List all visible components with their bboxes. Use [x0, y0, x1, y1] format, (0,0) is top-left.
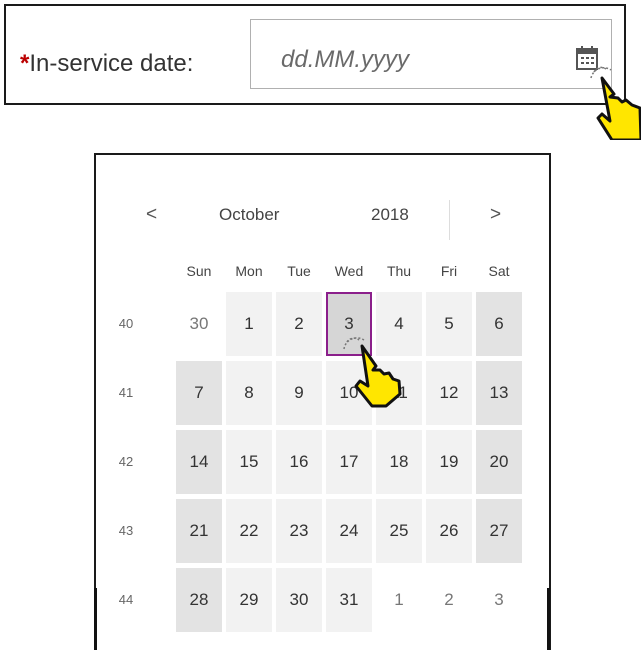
weekday-header: Thu	[386, 263, 412, 279]
day-cell[interactable]: 19	[426, 430, 472, 494]
weekday-header: Mon	[235, 263, 263, 279]
weekday-header: Tue	[287, 263, 311, 279]
date-field-panel: *In-service date: dd.MM.yyyy	[4, 4, 626, 105]
weekday-header: Sat	[488, 263, 510, 279]
week-number: 42	[118, 454, 134, 469]
date-placeholder: dd.MM.yyyy	[281, 46, 410, 73]
day-cell[interactable]: 9	[276, 361, 322, 425]
day-cell[interactable]: 31	[326, 568, 372, 632]
day-cell[interactable]: 30	[176, 292, 222, 356]
day-cell[interactable]: 2	[276, 292, 322, 356]
required-marker: *	[20, 50, 30, 77]
day-cell[interactable]: 26	[426, 499, 472, 563]
day-cell[interactable]: 12	[426, 361, 472, 425]
day-cell[interactable]: 28	[176, 568, 222, 632]
in-service-date-label: *In-service date:	[20, 50, 193, 78]
prev-month-button[interactable]: <	[146, 204, 157, 226]
day-cell[interactable]: 1	[226, 292, 272, 356]
week-number: 43	[118, 523, 134, 538]
day-cell[interactable]: 22	[226, 499, 272, 563]
header-divider	[449, 200, 450, 240]
day-cell[interactable]: 23	[276, 499, 322, 563]
hand-pointer-icon	[590, 66, 641, 140]
day-cell[interactable]: 25	[376, 499, 422, 563]
day-cell[interactable]: 24	[326, 499, 372, 563]
day-cell[interactable]: 21	[176, 499, 222, 563]
year-button[interactable]: 2018	[371, 205, 409, 225]
day-cell[interactable]: 17	[326, 430, 372, 494]
day-cell[interactable]: 3	[476, 568, 522, 632]
date-input[interactable]: dd.MM.yyyy	[250, 19, 612, 89]
next-month-button[interactable]: >	[490, 204, 501, 226]
day-cell[interactable]: 8	[226, 361, 272, 425]
calendar-edge-left	[94, 588, 97, 650]
day-cell[interactable]: 14	[176, 430, 222, 494]
month-button[interactable]: October	[219, 205, 279, 225]
day-cell[interactable]: 13	[476, 361, 522, 425]
day-cell[interactable]: 29	[226, 568, 272, 632]
week-number: 40	[118, 316, 134, 331]
field-label-text: In-service date:	[29, 50, 194, 77]
week-number: 41	[118, 385, 134, 400]
day-cell[interactable]: 15	[226, 430, 272, 494]
day-cell[interactable]: 1	[376, 568, 422, 632]
day-cell[interactable]: 5	[426, 292, 472, 356]
day-cell[interactable]: 30	[276, 568, 322, 632]
day-cell[interactable]: 20	[476, 430, 522, 494]
day-cell[interactable]: 16	[276, 430, 322, 494]
week-number: 44	[118, 592, 134, 607]
weekday-header: Fri	[440, 263, 458, 279]
day-cell[interactable]: 27	[476, 499, 522, 563]
day-cell[interactable]: 18	[376, 430, 422, 494]
day-cell[interactable]: 2	[426, 568, 472, 632]
date-picker-calendar: < October 2018 > Sun Mon Tue Wed Thu Fri Sat 4…	[94, 153, 551, 650]
weekday-header: Wed	[334, 263, 364, 279]
day-cell[interactable]: 6	[476, 292, 522, 356]
hand-pointer-icon	[343, 337, 402, 408]
weekday-header: Sun	[186, 263, 212, 279]
calendar-edge-right	[547, 588, 550, 650]
day-cell[interactable]: 7	[176, 361, 222, 425]
